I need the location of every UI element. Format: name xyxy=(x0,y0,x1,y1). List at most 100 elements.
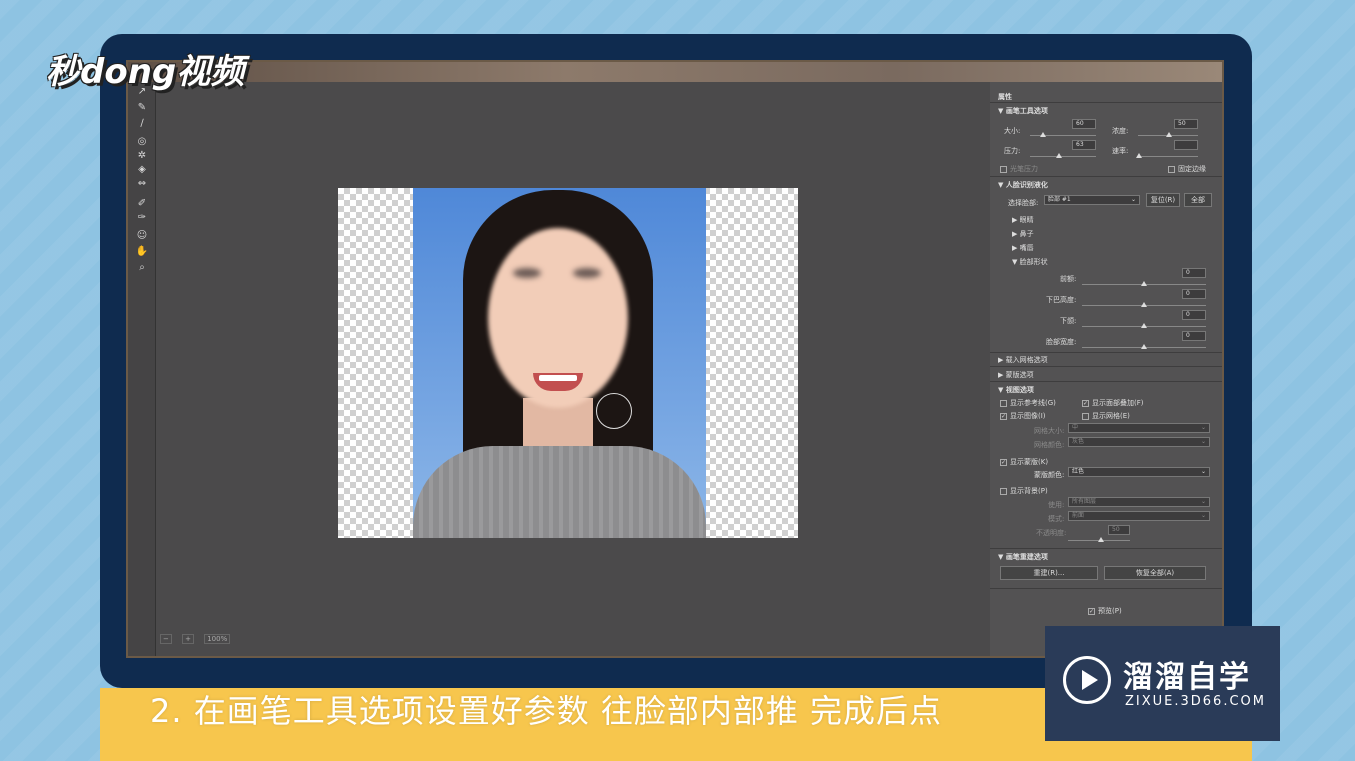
stylus-pressure-checkbox[interactable]: 光笔压力 xyxy=(1000,164,1038,174)
pressure-label: 压力: xyxy=(1004,147,1021,155)
size-input[interactable]: 60 xyxy=(1072,119,1096,129)
zoom-in-button[interactable]: + xyxy=(182,634,194,644)
use-label: 使用: xyxy=(1048,501,1065,509)
jawline-slider[interactable] xyxy=(1141,323,1147,328)
density-label: 浓度: xyxy=(1112,127,1129,135)
mask-options-section[interactable]: ▶ 蒙版选项 xyxy=(998,370,1034,380)
show-guides-label: 显示参考线(G) xyxy=(1010,399,1056,407)
face-shape-group[interactable]: ▼ 脸部形状 xyxy=(1012,257,1048,267)
panel-title: 属性 xyxy=(998,93,1012,101)
face-tool-icon[interactable]: ☺ xyxy=(134,230,150,242)
chevron-down-icon: ⌄ xyxy=(1200,424,1206,431)
opacity-slider[interactable] xyxy=(1098,537,1104,542)
mask-color-dropdown[interactable]: 红色 ⌄ xyxy=(1068,467,1210,477)
chevron-down-icon: ⌄ xyxy=(1200,512,1206,519)
zoom-out-button[interactable]: − xyxy=(160,634,172,644)
rate-label: 速率: xyxy=(1112,147,1129,155)
forehead-label: 前额: xyxy=(1060,275,1077,283)
nose-group[interactable]: ▶ 鼻子 xyxy=(1012,229,1034,239)
mesh-size-value: 中 xyxy=(1072,424,1079,431)
chevron-down-icon: ⌄ xyxy=(1200,468,1206,475)
opacity-input[interactable]: 50 xyxy=(1108,525,1130,535)
mask-color-value: 红色 xyxy=(1072,468,1085,475)
reconstruct-button[interactable]: 重建(R)... xyxy=(1000,566,1098,580)
brush-reconstruct-section[interactable]: ▼ 画笔重建选项 xyxy=(998,552,1048,562)
liquify-toolbar: ↗ ✎ ∕ ◎ ✲ ◈ ⇔ ✐ ✑ ☺ ✋ ⌕ xyxy=(128,82,156,656)
show-image-checkbox[interactable]: ✓ 显示图像(I) xyxy=(1000,411,1046,421)
show-mask-checkbox[interactable]: ✓ 显示蒙版(K) xyxy=(1000,457,1048,467)
show-backdrop-checkbox[interactable]: 显示背景(P) xyxy=(1000,486,1048,496)
rate-input[interactable] xyxy=(1174,140,1198,150)
show-mesh-checkbox[interactable]: 显示网格(E) xyxy=(1082,411,1130,421)
status-bar: − + 100% xyxy=(160,634,320,648)
properties-panel: 属性 ▼ 画笔工具选项 大小: 60 浓度: 50 压力: 63 速率: 光笔压… xyxy=(990,82,1222,656)
smooth-tool-icon[interactable]: ∕ xyxy=(134,118,150,130)
select-face-dropdown[interactable]: 脸部 #1 ⌄ xyxy=(1044,195,1140,205)
document-image[interactable] xyxy=(338,188,798,538)
face-aware-liquify-section[interactable]: ▼ 人脸识别液化 xyxy=(998,180,1048,190)
dialog-titlebar xyxy=(128,62,1222,82)
chin-height-slider[interactable] xyxy=(1141,302,1147,307)
watermark-url: ZIXUE.3D66.COM xyxy=(1125,694,1266,709)
view-options-section[interactable]: ▼ 视图选项 xyxy=(998,385,1034,395)
select-face-label: 选择脸部: xyxy=(1008,199,1039,207)
mode-label: 模式: xyxy=(1048,515,1065,523)
watermark-title: 溜溜自学 xyxy=(1123,660,1251,695)
pin-edges-label: 固定边缘 xyxy=(1178,165,1206,173)
face-width-slider[interactable] xyxy=(1141,344,1147,349)
mask-color-label: 蒙版颜色: xyxy=(1034,471,1065,479)
caption-text: 2. 在画笔工具选项设置好参数 往脸部内部推 完成后点 xyxy=(150,692,943,730)
pressure-input[interactable]: 63 xyxy=(1072,140,1096,150)
chevron-down-icon: ⌄ xyxy=(1200,438,1206,445)
density-input[interactable]: 50 xyxy=(1174,119,1198,129)
bloat-tool-icon[interactable]: ◈ xyxy=(134,164,150,176)
mesh-color-dropdown[interactable]: 灰色 ⌄ xyxy=(1068,437,1210,447)
show-face-overlay-label: 显示面部叠加(F) xyxy=(1092,399,1144,407)
preview-checkbox[interactable]: ✓ 预览(P) xyxy=(1088,606,1122,616)
reconstruct-tool-icon[interactable]: ✎ xyxy=(134,102,150,114)
load-mesh-options-section[interactable]: ▶ 载入网格选项 xyxy=(998,355,1048,365)
show-face-overlay-checkbox[interactable]: ✓ 显示面部叠加(F) xyxy=(1082,398,1144,408)
stylus-pressure-label: 光笔压力 xyxy=(1010,165,1038,173)
pin-edges-checkbox[interactable]: 固定边缘 xyxy=(1168,164,1206,174)
zoom-level[interactable]: 100% xyxy=(204,634,231,644)
rate-slider[interactable] xyxy=(1136,153,1142,158)
face-width-input[interactable]: 0 xyxy=(1182,331,1206,341)
eyes-group[interactable]: ▶ 眼睛 xyxy=(1012,215,1034,225)
hand-tool-icon[interactable]: ✋ xyxy=(134,246,150,258)
pressure-slider[interactable] xyxy=(1056,153,1062,158)
select-face-value: 脸部 #1 xyxy=(1048,196,1071,203)
chin-height-input[interactable]: 0 xyxy=(1182,289,1206,299)
portrait-photo xyxy=(413,188,706,538)
forehead-input[interactable]: 0 xyxy=(1182,268,1206,278)
liquify-dialog: ↗ ✎ ∕ ◎ ✲ ◈ ⇔ ✐ ✑ ☺ ✋ ⌕ − + 100% 属性 ▼ 画笔… xyxy=(126,60,1224,658)
show-guides-checkbox[interactable]: 显示参考线(G) xyxy=(1000,398,1056,408)
preview-label: 预览(P) xyxy=(1098,607,1122,615)
use-dropdown[interactable]: 所有图层 ⌄ xyxy=(1068,497,1210,507)
mesh-color-value: 灰色 xyxy=(1072,438,1085,445)
show-backdrop-label: 显示背景(P) xyxy=(1010,487,1048,495)
preview-canvas[interactable]: − + 100% xyxy=(158,84,986,652)
restore-all-button[interactable]: 恢复全部(A) xyxy=(1104,566,1206,580)
pucker-tool-icon[interactable]: ✲ xyxy=(134,150,150,162)
brush-tool-options-section[interactable]: ▼ 画笔工具选项 xyxy=(998,106,1048,116)
density-slider[interactable] xyxy=(1166,132,1172,137)
mesh-size-dropdown[interactable]: 中 ⌄ xyxy=(1068,423,1210,433)
show-mask-label: 显示蒙版(K) xyxy=(1010,458,1049,466)
zoom-tool-icon[interactable]: ⌕ xyxy=(134,262,150,274)
all-button[interactable]: 全部 xyxy=(1184,193,1212,207)
forehead-slider[interactable] xyxy=(1141,281,1147,286)
jawline-input[interactable]: 0 xyxy=(1182,310,1206,320)
reset-button[interactable]: 复位(R) xyxy=(1146,193,1180,207)
chin-height-label: 下巴高度: xyxy=(1046,296,1077,304)
freeze-mask-tool-icon[interactable]: ✐ xyxy=(134,198,150,210)
twirl-tool-icon[interactable]: ◎ xyxy=(134,136,150,148)
size-slider[interactable] xyxy=(1040,132,1046,137)
opacity-label: 不透明度: xyxy=(1036,529,1067,537)
mouth-group[interactable]: ▶ 嘴唇 xyxy=(1012,243,1034,253)
chevron-down-icon: ⌄ xyxy=(1200,498,1206,505)
watermark-badge: 溜溜自学 ZIXUE.3D66.COM xyxy=(1045,626,1280,741)
mode-dropdown[interactable]: 前面 ⌄ xyxy=(1068,511,1210,521)
push-left-tool-icon[interactable]: ⇔ xyxy=(134,178,150,190)
thaw-mask-tool-icon[interactable]: ✑ xyxy=(134,212,150,224)
